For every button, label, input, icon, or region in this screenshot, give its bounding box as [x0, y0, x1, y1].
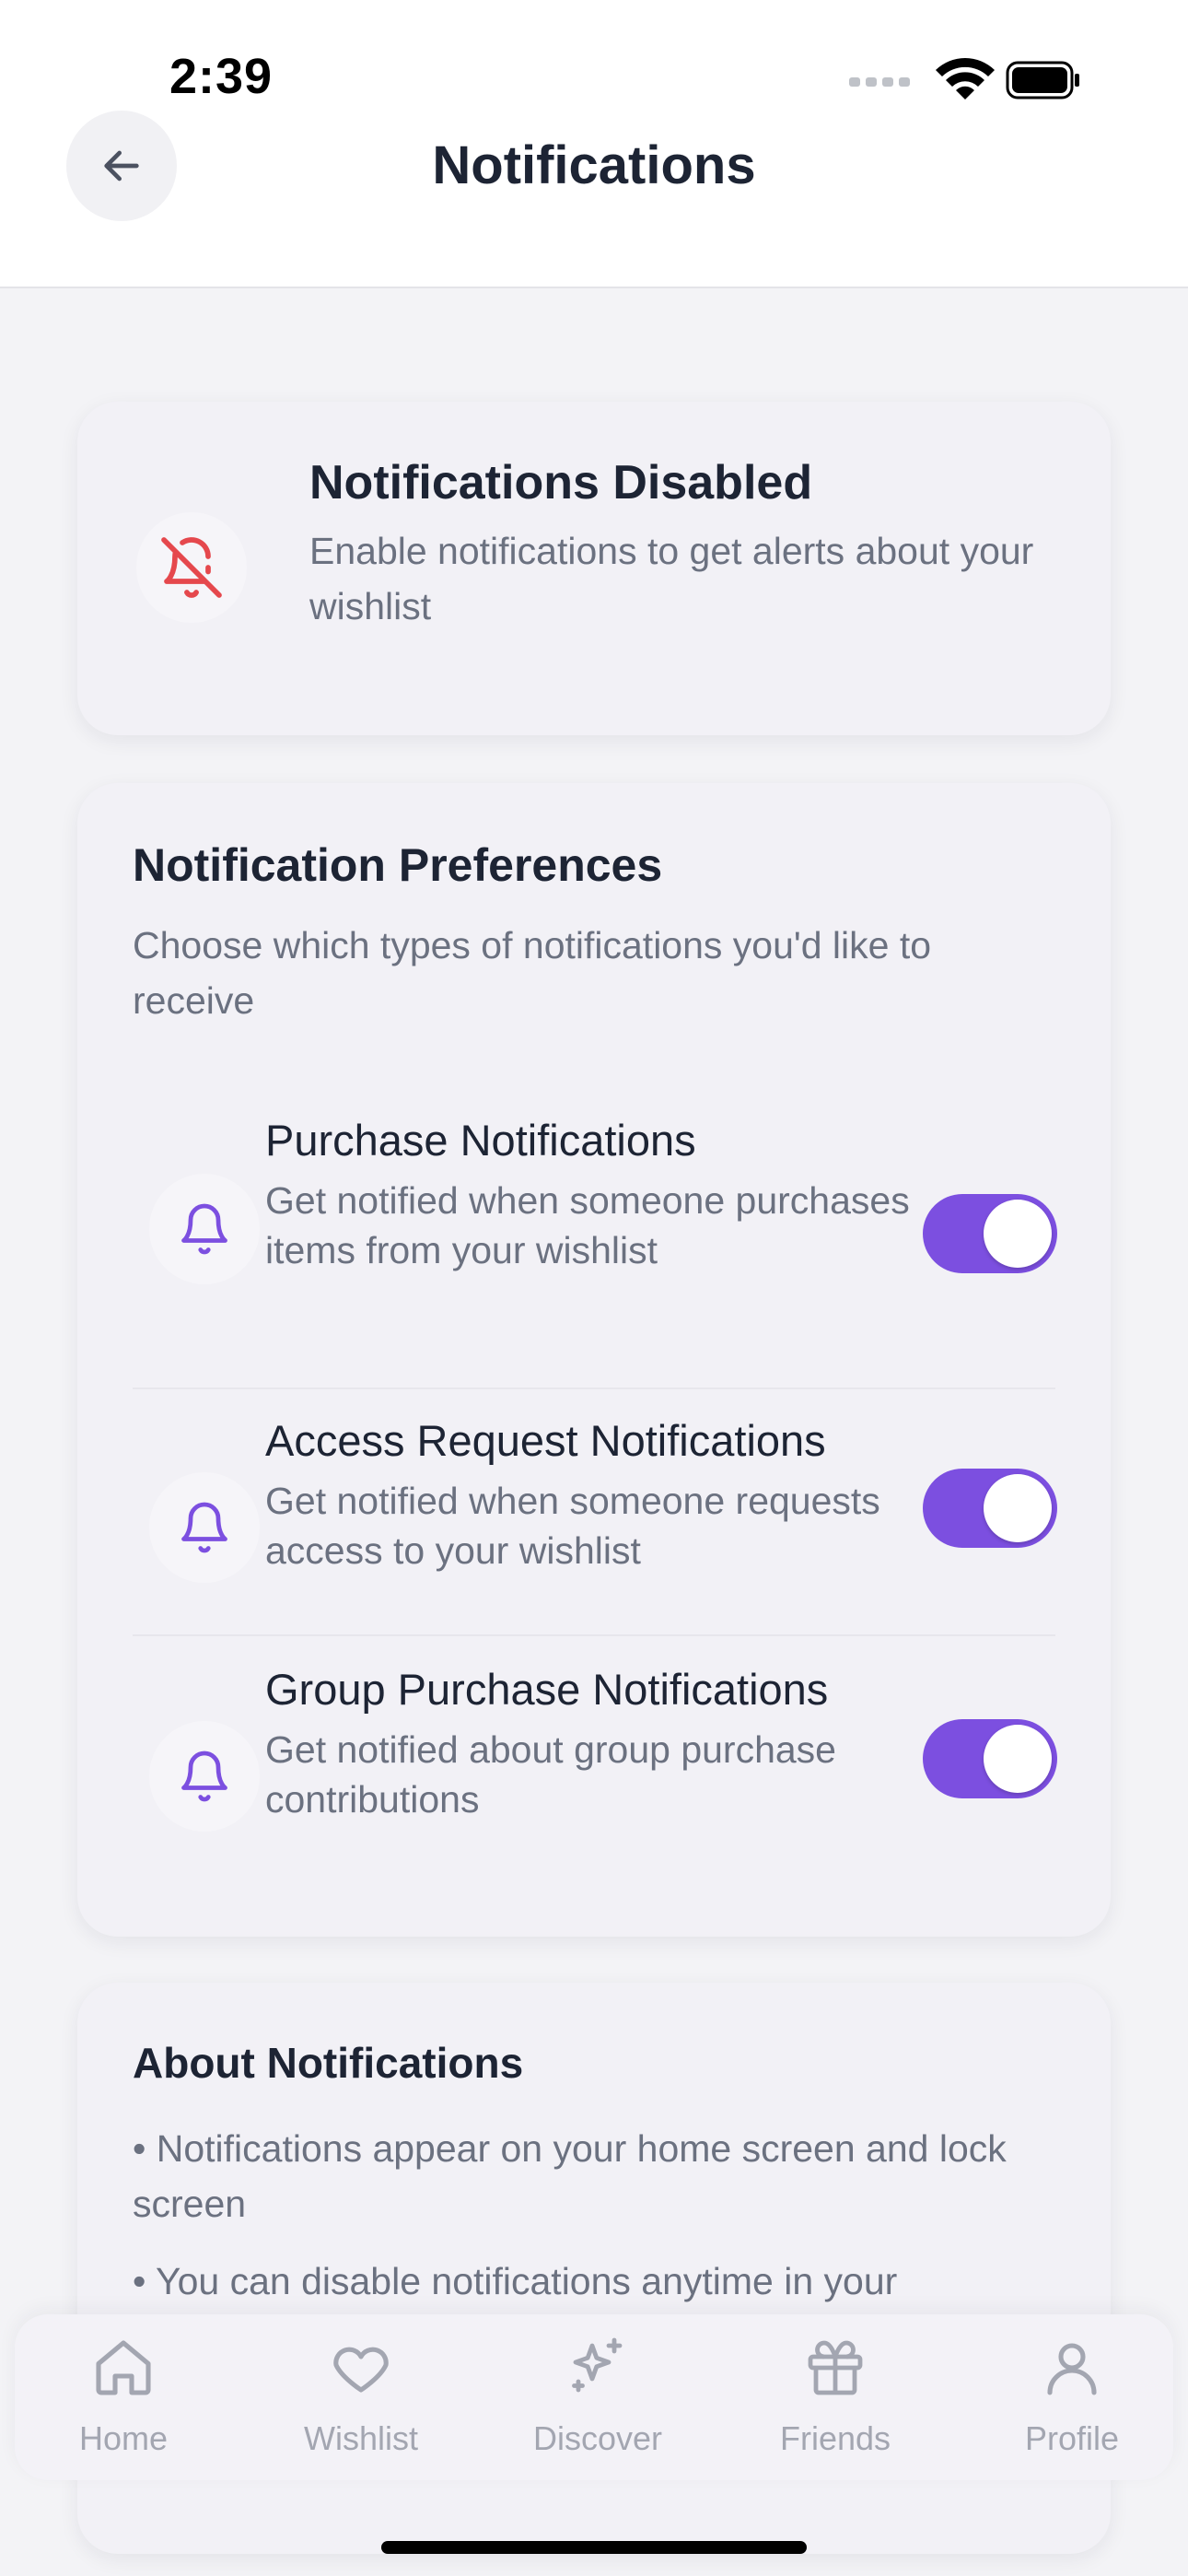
sparkles-icon [572, 2337, 623, 2393]
page-title: Notifications [432, 135, 756, 195]
tab-friends-label: Friends [779, 2419, 891, 2457]
access-request-notifications-toggle[interactable] [923, 1469, 1057, 1548]
tab-wishlist-label: Wishlist [304, 2419, 418, 2457]
top-bar: 2:39 Notifications [0, 0, 1188, 288]
about-title: About Notifications [133, 2039, 524, 2087]
access-request-notifications-description: Get notified when someone requests acces… [265, 1480, 880, 1572]
notification-preferences-card: Notification Preferences Choose which ty… [77, 783, 1111, 1937]
status-icons [849, 58, 1079, 100]
wifi-icon [936, 58, 995, 100]
bell-icon [181, 1751, 227, 1802]
gift-icon [808, 2340, 863, 2395]
group-purchase-notifications-toggle[interactable] [923, 1719, 1057, 1798]
tab-friends[interactable]: Friends [734, 2314, 937, 2480]
battery-icon [1006, 61, 1079, 100]
bell-icon-badge [149, 1174, 260, 1284]
tab-wishlist[interactable]: Wishlist [260, 2314, 462, 2480]
disabled-description: Enable notifications to get alerts about… [309, 530, 1034, 627]
purchase-notifications-toggle[interactable] [923, 1194, 1057, 1273]
group-purchase-notifications-title: Group Purchase Notifications [265, 1665, 829, 1714]
tab-bar: Home Wishlist Discover Friends Profile [15, 2314, 1173, 2480]
bell-off-icon [161, 537, 222, 598]
bell-icon-badge [149, 1721, 260, 1832]
cellular-signal-icon [849, 77, 910, 87]
tab-profile-label: Profile [1024, 2419, 1120, 2457]
notifications-disabled-card[interactable]: Notifications Disabled Enable notificati… [77, 402, 1111, 735]
home-icon [96, 2340, 151, 2395]
bell-icon-badge [149, 1472, 260, 1583]
home-indicator [381, 2541, 807, 2554]
status-time: 2:39 [169, 49, 274, 104]
access-request-notifications-title: Access Request Notifications [265, 1416, 826, 1465]
preferences-description: Choose which types of notifications you'… [133, 924, 932, 1022]
divider [133, 1388, 1055, 1389]
disabled-title: Notifications Disabled [309, 456, 813, 509]
tab-discover[interactable]: Discover [496, 2314, 699, 2480]
group-purchase-notifications-description: Get notified about group purchase contri… [265, 1728, 836, 1821]
preferences-title: Notification Preferences [133, 839, 663, 891]
tab-home[interactable]: Home [22, 2314, 225, 2480]
tab-discover-label: Discover [532, 2419, 663, 2457]
bell-icon [181, 1203, 227, 1255]
purchase-notifications-title: Purchase Notifications [265, 1116, 696, 1165]
tab-profile[interactable]: Profile [971, 2314, 1173, 2480]
about-item: • You can disable notifications anytime … [133, 2260, 898, 2302]
divider [133, 1634, 1055, 1636]
bell-off-icon-badge [136, 512, 247, 623]
about-item: • Notifications appear on your home scre… [133, 2127, 1007, 2225]
toggle-knob [984, 1474, 1052, 1542]
heart-icon [333, 2347, 389, 2393]
tab-home-label: Home [78, 2419, 169, 2457]
toggle-knob [984, 1725, 1052, 1793]
purchase-notifications-description: Get notified when someone purchases item… [265, 1179, 910, 1271]
toggle-knob [984, 1200, 1052, 1268]
bell-icon [181, 1502, 227, 1553]
user-icon [1047, 2343, 1097, 2395]
